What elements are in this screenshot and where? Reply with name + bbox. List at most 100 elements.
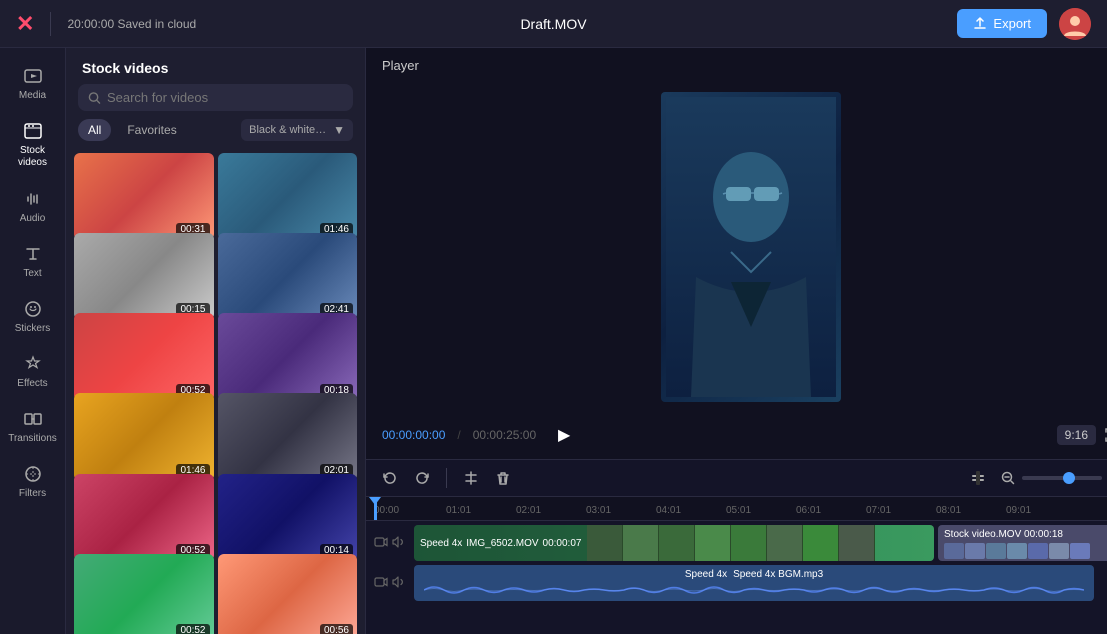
clip-name-label: IMG_6502.MOV xyxy=(466,538,538,549)
list-item[interactable]: 01:46 xyxy=(74,393,214,480)
list-item[interactable]: 00:31 xyxy=(74,153,214,240)
search-icon xyxy=(88,91,101,105)
sidebar-item-text[interactable]: Text xyxy=(4,236,62,287)
list-item[interactable]: 02:01 xyxy=(218,393,358,480)
list-item[interactable]: 00:52 xyxy=(74,554,214,634)
list-item[interactable]: 00:52 xyxy=(74,313,214,400)
redo-icon xyxy=(414,470,430,486)
avatar[interactable] xyxy=(1059,8,1091,40)
clip-duration-label: 00:00:07 xyxy=(543,538,582,549)
time-separator: / xyxy=(457,428,460,442)
topbar-divider xyxy=(50,12,51,36)
delete-button[interactable] xyxy=(491,466,515,490)
chevron-down-icon: ▼ xyxy=(333,123,345,137)
app-logo: ✕ xyxy=(16,11,34,37)
split-icon xyxy=(463,470,479,486)
player-video-content xyxy=(666,97,836,397)
undo-button[interactable] xyxy=(378,466,402,490)
frame-thumb xyxy=(767,525,803,561)
sidebar-item-filters[interactable]: Filters xyxy=(4,456,62,507)
delete-icon xyxy=(495,470,511,486)
list-item[interactable]: 00:56 xyxy=(218,554,358,634)
sidebar-item-stickers[interactable]: Stickers xyxy=(4,291,62,342)
timeline-ruler: 00:00 01:01 02:01 03:01 04:01 05:01 06:0… xyxy=(366,497,1107,521)
ruler-mark: 00:00 xyxy=(374,505,399,516)
ratio-badge[interactable]: 9:16 xyxy=(1057,425,1096,445)
list-item[interactable]: 00:15 xyxy=(74,233,214,320)
redo-button[interactable] xyxy=(410,466,434,490)
time-total: 00:00:25:00 xyxy=(473,428,536,442)
player-video-frame xyxy=(661,92,841,402)
topbar-right: Export xyxy=(957,8,1091,40)
list-item[interactable]: 00:14 xyxy=(218,474,358,561)
filter-tab-all[interactable]: All xyxy=(78,119,111,141)
camera-icon xyxy=(374,535,388,549)
sidebar-item-transitions[interactable]: Transitions xyxy=(4,401,62,452)
track-volume-button-2[interactable] xyxy=(392,575,406,592)
main-layout: Media Stock videos Audio Text Stickers E… xyxy=(0,48,1107,634)
ruler-mark: 03:01 xyxy=(586,505,611,516)
time-current: 00:00:00:00 xyxy=(382,428,445,442)
video-duration: 00:56 xyxy=(320,624,353,634)
zoom-slider[interactable] xyxy=(1022,476,1102,480)
avatar-image xyxy=(1059,8,1091,40)
topbar: ✕ 20:00:00 Saved in cloud Draft.MOV Expo… xyxy=(0,0,1107,48)
sidebar-item-media[interactable]: Media xyxy=(4,58,62,109)
export-button[interactable]: Export xyxy=(957,9,1047,38)
filter-dropdown[interactable]: Black & white groun ▼ xyxy=(241,119,353,141)
search-box[interactable] xyxy=(78,84,353,111)
audio-name-label: Speed 4x BGM.mp3 xyxy=(733,569,823,580)
stock-frame xyxy=(1070,543,1090,559)
add-track-icon[interactable] xyxy=(970,470,986,486)
track-volume-button[interactable] xyxy=(392,535,406,552)
video-clip-main[interactable]: Speed 4x IMG_6502.MOV 00:00:07 xyxy=(414,525,934,561)
ruler-mark: 08:01 xyxy=(936,505,961,516)
stock-icon xyxy=(23,121,43,141)
ruler-mark: 06:01 xyxy=(796,505,821,516)
transitions-icon xyxy=(23,409,43,429)
waveform xyxy=(424,582,1084,597)
player-video-inner xyxy=(661,92,841,402)
ruler-mark: 09:01 xyxy=(1006,505,1031,516)
audio-clip[interactable]: Speed 4x Speed 4x BGM.mp3 xyxy=(414,565,1094,601)
split-button[interactable] xyxy=(459,466,483,490)
stock-frame xyxy=(965,543,985,559)
track-camera-button[interactable] xyxy=(374,535,388,552)
text-icon xyxy=(23,244,43,264)
timeline-toolbar xyxy=(366,460,1107,497)
zoom-out-icon[interactable] xyxy=(1000,470,1016,486)
frame-thumb xyxy=(731,525,767,561)
list-item[interactable]: 00:52 xyxy=(74,474,214,561)
list-item[interactable]: 00:18 xyxy=(218,313,358,400)
play-button[interactable]: ▶ xyxy=(548,419,580,451)
zoom-controls xyxy=(970,470,1107,486)
player-header: Player xyxy=(366,48,1107,83)
track-icons-audio xyxy=(374,575,406,592)
stock-frame xyxy=(1028,543,1048,559)
table-row: Speed 4x IMG_6502.MOV 00:00:07 xyxy=(374,525,1107,561)
track-camera-button-2[interactable] xyxy=(374,575,388,592)
sidebar-item-audio[interactable]: Audio xyxy=(4,181,62,232)
table-row: Speed 4x Speed 4x BGM.mp3 xyxy=(374,565,1107,601)
filter-tab-favorites[interactable]: Favorites xyxy=(117,119,186,141)
player-controls: 00:00:00:00 / 00:00:25:00 ▶ 9:16 xyxy=(366,411,1107,459)
upload-icon xyxy=(973,17,987,31)
sidebar-item-effects[interactable]: Effects xyxy=(4,346,62,397)
player-right-controls: 9:16 xyxy=(1057,425,1107,445)
stickers-icon xyxy=(23,299,43,319)
video-clip-stock[interactable]: Stock video.MOV 00:00:18 xyxy=(938,525,1107,561)
search-input[interactable] xyxy=(107,90,343,105)
toolbar-separator xyxy=(446,468,447,488)
sidebar-item-stock[interactable]: Stock videos xyxy=(4,113,62,177)
effects-icon xyxy=(23,354,43,374)
undo-icon xyxy=(382,470,398,486)
camera-icon-2 xyxy=(374,575,388,589)
clip-speed-label: Speed 4x xyxy=(420,538,462,549)
playhead-head xyxy=(369,497,381,505)
sidebar: Media Stock videos Audio Text Stickers E… xyxy=(0,48,66,634)
audio-icon xyxy=(23,189,43,209)
ruler-mark: 05:01 xyxy=(726,505,751,516)
list-item[interactable]: 02:41 xyxy=(218,233,358,320)
list-item[interactable]: 01:46 xyxy=(218,153,358,240)
frame-thumb xyxy=(803,525,839,561)
